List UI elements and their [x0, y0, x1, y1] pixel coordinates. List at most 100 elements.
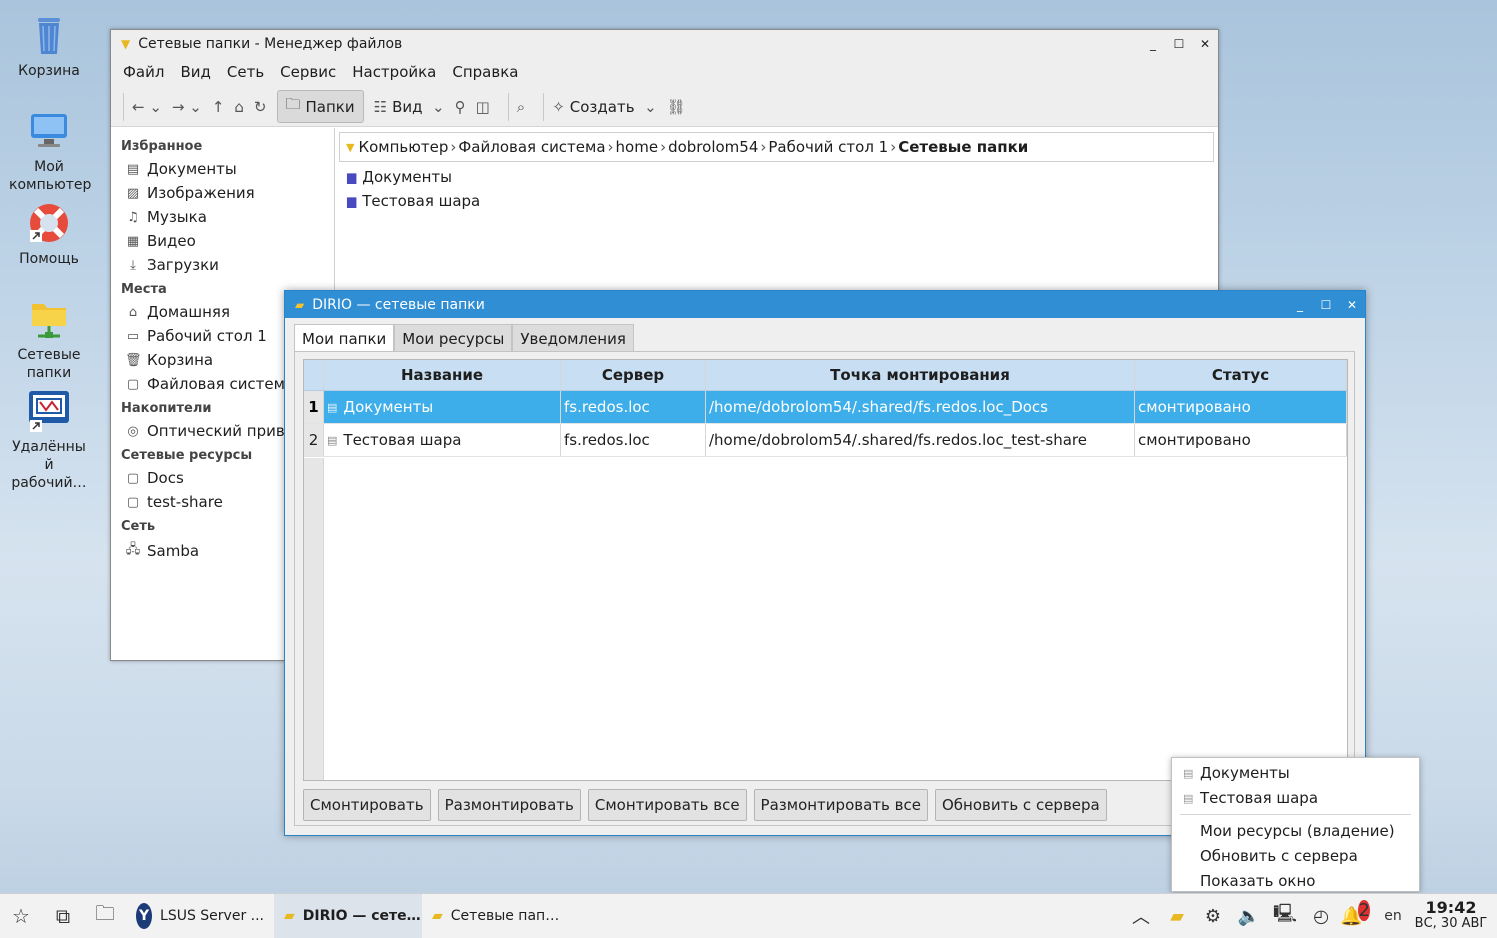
maximize-button[interactable]: ☐: [1313, 298, 1339, 312]
mount-all-button[interactable]: Смонтировать все: [587, 789, 747, 821]
sidebar-item-documents[interactable]: ▤ Документы: [111, 157, 334, 181]
menu-settings[interactable]: Настройка: [352, 63, 436, 81]
clock-time: 19:42: [1425, 898, 1477, 917]
list-item[interactable]: ▆ Документы: [337, 165, 1218, 189]
cell-name: Тестовая шара: [343, 431, 462, 449]
tab-my-resources[interactable]: Мои ресурсы: [394, 324, 513, 353]
menu-view[interactable]: Вид: [180, 63, 210, 81]
up-arrow-icon[interactable]: ↑: [212, 98, 225, 116]
gauge-icon[interactable]: ◴: [1303, 906, 1339, 927]
table-row[interactable]: 2 ▤ Тестовая шара fs.redos.loc /home/dobr…: [304, 424, 1347, 457]
file-manager-titlebar[interactable]: ▼ Сетевые папки - Менеджер файлов _ ☐ ✕: [111, 30, 1218, 57]
column-header-mount[interactable]: Точка монтирования: [706, 360, 1135, 390]
create-icon: ✧: [552, 97, 565, 116]
settings-shield-icon[interactable]: ⚙: [1195, 906, 1231, 927]
folders-button[interactable]: 🗀 Папки: [276, 90, 364, 123]
video-icon: ▦: [126, 233, 140, 249]
breadcrumb-computer[interactable]: Компьютер: [358, 138, 448, 156]
unmount-button[interactable]: Размонтировать: [437, 789, 581, 821]
document-icon: ▤: [327, 400, 338, 414]
file-manager-icon[interactable]: 🗀: [84, 894, 126, 938]
create-button[interactable]: ✧ Создать ⌄: [552, 98, 656, 116]
image-icon: ▨: [126, 185, 140, 201]
back-arrow-icon[interactable]: ← ⌄: [132, 98, 162, 116]
unmount-all-button[interactable]: Размонтировать все: [753, 789, 928, 821]
window-switcher-icon[interactable]: ⧉: [42, 894, 84, 938]
menu-item-show-window[interactable]: Показать окно: [1172, 869, 1419, 894]
sidebar-item-downloads[interactable]: ⤓ Загрузки: [111, 253, 334, 277]
dirio-tray-icon[interactable]: ▰: [1159, 906, 1195, 927]
menu-item-refresh[interactable]: Обновить с сервера: [1172, 844, 1419, 869]
desktop-icon-remote-desktop[interactable]: Удалённы й рабочий…: [0, 388, 98, 492]
desktop-icon-network-folders[interactable]: Сетевые папки: [0, 296, 98, 382]
task-lsus-server[interactable]: Y LSUS Server ...: [126, 894, 274, 938]
network-status-icon[interactable]: 🖳: [1267, 901, 1303, 931]
reload-icon[interactable]: ↻: [254, 98, 267, 116]
task-network-folders[interactable]: ▰ Сетевые пап…: [422, 894, 570, 938]
dirio-window[interactable]: ▰ DIRIO — сетевые папки _ ☐ ✕ Мои папки …: [284, 290, 1366, 836]
toolbar: ← ⌄ → ⌄ ↑ ⌂ ↻ 🗀 Папки ☷ Вид ⌄ ⚲ ◫ ⌕ ✧ Созда…: [111, 87, 1218, 127]
window-title: DIRIO — сетевые папки: [312, 296, 485, 313]
mount-button[interactable]: Смонтировать: [303, 789, 431, 821]
document-icon: ▤: [1183, 791, 1194, 805]
sidebar-item-video[interactable]: ▦ Видео: [111, 229, 334, 253]
close-button[interactable]: ✕: [1339, 298, 1365, 312]
clock[interactable]: 19:42 ВС, 30 АВГ: [1411, 900, 1491, 932]
sidebar-item-music[interactable]: ♫ Музыка: [111, 205, 334, 229]
optical-disc-icon: ◎: [127, 423, 139, 439]
keyboard-layout[interactable]: en: [1375, 908, 1411, 924]
view-button[interactable]: ☷ Вид ⌄: [374, 98, 445, 116]
table-header: Название Сервер Точка монтирования Стату…: [304, 360, 1347, 391]
column-header-status[interactable]: Статус: [1135, 360, 1347, 390]
close-button[interactable]: ✕: [1192, 37, 1218, 51]
link-icon[interactable]: ⛓: [667, 98, 686, 116]
document-icon: ▤: [1183, 766, 1194, 780]
shared-folder-icon: ▆: [347, 194, 357, 208]
desktop-icon-my-computer[interactable]: Мой компьютер: [0, 108, 98, 194]
minimize-button[interactable]: _: [1140, 37, 1166, 51]
menu-network[interactable]: Сеть: [227, 63, 264, 81]
refresh-from-server-button[interactable]: Обновить с сервера: [934, 789, 1107, 821]
tab-my-folders[interactable]: Мои папки: [294, 324, 395, 353]
tab-notifications[interactable]: Уведомления: [512, 324, 634, 353]
start-menu-star-icon[interactable]: ☆: [0, 894, 42, 938]
pin-icon[interactable]: ⚲: [455, 98, 466, 116]
column-header-server[interactable]: Сервер: [561, 360, 706, 390]
menu-separator: [1180, 814, 1411, 815]
menu-item-my-resources[interactable]: Мои ресурсы (владение): [1172, 819, 1419, 844]
row-number: 2: [304, 424, 324, 456]
breadcrumb-user[interactable]: dobrolom54: [668, 138, 758, 156]
tray-context-menu: ▤ Документы ▤ Тестовая шара Мои ресурсы (в…: [1171, 757, 1420, 892]
breadcrumb-home[interactable]: home: [616, 138, 659, 156]
menu-service[interactable]: Сервис: [280, 63, 336, 81]
breadcrumb-filesystem[interactable]: Файловая система: [458, 138, 605, 156]
home-icon[interactable]: ⌂: [234, 98, 244, 116]
music-icon: ♫: [127, 209, 139, 225]
list-view-icon: ☷: [373, 97, 388, 116]
menu-file[interactable]: Файл: [123, 63, 164, 81]
desktop-icon-help[interactable]: Помощь: [0, 200, 98, 268]
dirio-titlebar[interactable]: ▰ DIRIO — сетевые папки _ ☐ ✕: [285, 291, 1365, 318]
menu-item-documents[interactable]: ▤ Документы: [1172, 761, 1419, 786]
desktop-icon: ▭: [126, 328, 140, 344]
table-row[interactable]: 1 ▤ Документы fs.redos.loc /home/dobrolom…: [304, 391, 1347, 424]
task-dirio[interactable]: ▰ DIRIO — сете…: [274, 893, 422, 938]
minimize-button[interactable]: _: [1287, 298, 1313, 312]
maximize-button[interactable]: ☐: [1166, 37, 1192, 51]
bell-icon[interactable]: 🔔2: [1339, 899, 1375, 927]
column-header-name[interactable]: Название: [324, 360, 561, 390]
chevron-up-icon[interactable]: ︿: [1123, 903, 1159, 929]
search-icon[interactable]: ⌕: [517, 98, 525, 116]
sidebar-item-images[interactable]: ▨ Изображения: [111, 181, 334, 205]
desktop-icon-trash[interactable]: Корзина: [0, 12, 98, 80]
forward-arrow-icon[interactable]: → ⌄: [172, 98, 202, 116]
list-item[interactable]: ▆ Тестовая шара: [337, 189, 1218, 213]
volume-warning-icon[interactable]: 🔈: [1231, 906, 1267, 927]
split-view-icon[interactable]: ◫: [476, 98, 490, 116]
yandex-browser-icon: Y: [136, 903, 153, 929]
menu-item-test-share[interactable]: ▤ Тестовая шара: [1172, 786, 1419, 811]
breadcrumb-desktop[interactable]: Рабочий стол 1: [768, 138, 888, 156]
breadcrumb-current[interactable]: Сетевые папки: [898, 138, 1028, 156]
row-header-filler: [304, 458, 324, 780]
menu-help[interactable]: Справка: [452, 63, 518, 81]
